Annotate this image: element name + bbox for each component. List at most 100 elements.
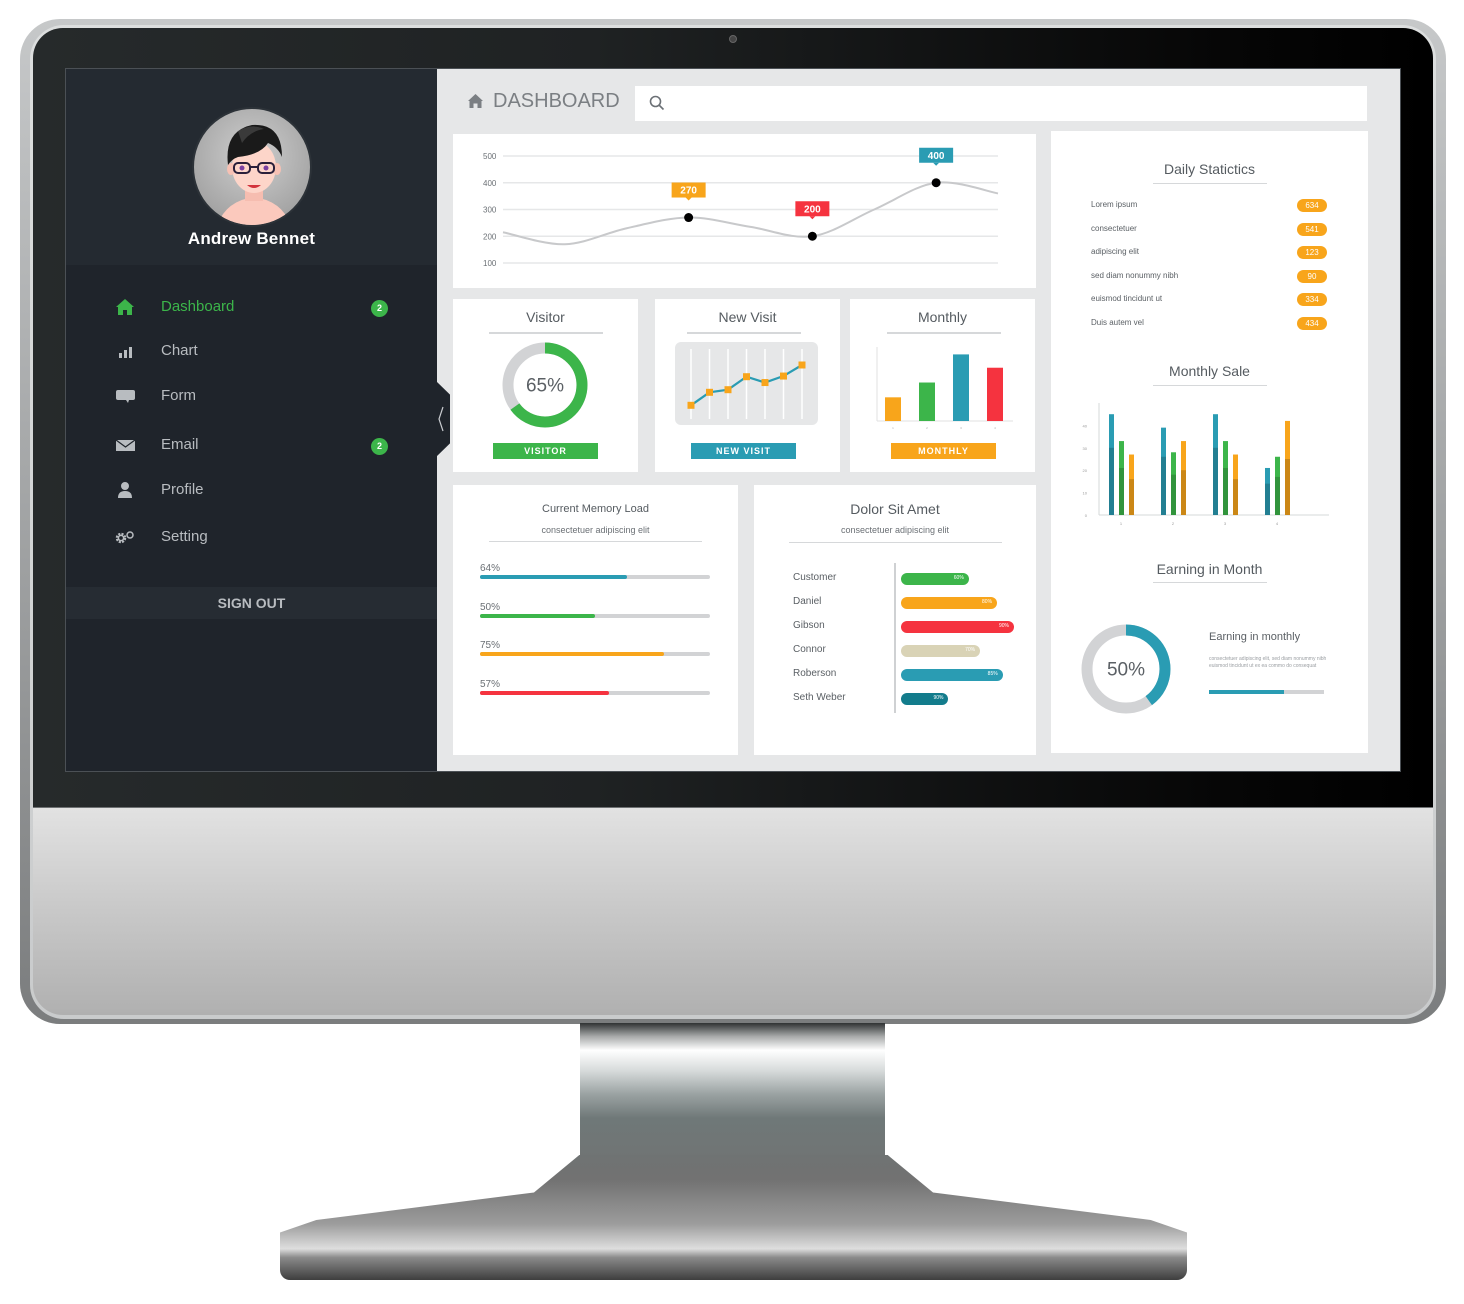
memory-load-card: Current Memory Load consectetuer adipisc… [453,485,738,755]
dolor-bar-value: 90% [998,623,1009,629]
overview-line-chart: 100 200 300 400 500 270 200 400 [483,147,999,268]
home-icon [468,94,483,108]
memory-bar-label: 57% [480,678,501,690]
bar-lower [1213,447,1218,515]
daily-stat-badge: 90 [1297,269,1327,283]
bar-lower [1181,470,1186,515]
memory-bar-label: 64% [480,563,501,574]
monthly-card: Monthly 1 2 3 4 MONTHLY [850,299,1035,472]
sidebar-item-dashboard[interactable]: Dashboard 2 [66,289,437,325]
search-input[interactable] [673,86,1353,121]
daily-stat-badge: 434 [1297,317,1327,330]
overview-chart-card: 100 200 300 400 500 270 200 400 [453,134,1036,288]
card-subtitle: consectetuer adipiscing elit [541,525,650,535]
card-title: Dolor Sit Amet [850,501,940,517]
bar-lower [1171,474,1176,515]
bar-lower [1275,476,1280,515]
envelope-icon [115,439,136,451]
dolor-row: Gibson 90% [793,620,1043,634]
monthly-button[interactable]: MONTHLY [891,443,996,459]
x-tick-label: 1 [1120,521,1123,526]
bar [987,367,1003,421]
dolor-bar: 85% [901,669,1003,681]
dolor-row-name: Connor [793,644,826,655]
card-title: Monthly [917,309,968,325]
bar-lower [1129,479,1134,515]
notification-badge: 2 [371,300,388,317]
dolor-row: Connor 70% [793,644,1043,658]
bar-lower [1119,467,1124,515]
sidebar-item-form[interactable]: Form [66,378,437,414]
sidebar-item-chart[interactable]: Chart [66,333,437,369]
data-point [706,388,713,396]
data-label: 200 [804,204,821,215]
dolor-row: Customer 60% [793,572,1043,586]
new-visit-button[interactable]: NEW VISIT [691,443,796,459]
new-visit-card: New Visit NEW VISIT [655,299,840,472]
dolor-bar-value: 80% [982,599,993,605]
y-tick-label: 200 [483,232,497,241]
memory-bar-fill [480,690,609,695]
daily-stat-badge: 334 [1297,293,1327,307]
dolor-bar: 80% [901,597,998,609]
monthly-sale-bar-chart: 0 10 20 30 40 1 2 3 4 [1083,403,1329,526]
data-label: 400 [928,151,945,162]
memory-bar-label: 75% [480,640,501,651]
sidebar-item-profile[interactable]: Profile [66,472,437,508]
sidebar-item-setting[interactable]: Setting [66,519,437,555]
search-icon[interactable] [649,95,665,111]
memory-bar-row: 57% [480,678,710,695]
sidebar-item-label: Dashboard [161,298,235,315]
divider [1153,385,1267,386]
daily-stat-label: euismod tincidunt ut [1091,294,1163,304]
divider [1153,582,1267,583]
sidebar-item-email[interactable]: Email 2 [66,427,437,463]
avatar-illustration [217,124,291,225]
data-point [931,178,941,188]
dolor-bar-value: 70% [965,647,976,653]
daily-stat-row: consectetuer 541 [1091,222,1327,237]
card-title: Current Memory Load [542,503,649,515]
screen: Andrew Bennet Dashboard 2 Chart Form Ema… [65,68,1401,772]
memory-bar-row: 75% [480,640,710,656]
memory-bar-fill [480,575,628,579]
search-bar[interactable] [635,86,1367,121]
y-tick-label: 40 [1083,423,1088,428]
bar-lower [1161,456,1166,515]
gears-icon [115,531,134,544]
divider [489,541,702,542]
memory-bar-fill [480,613,595,618]
earning-progress-track [1209,690,1324,694]
y-tick-label: 300 [483,206,497,215]
memory-bar-track [480,575,710,579]
bar [885,397,901,421]
sidebar-item-label: Chart [161,342,198,359]
donut-center-label: 50% [1107,660,1145,681]
divider [1153,183,1267,184]
dolor-row-name: Roberson [793,668,837,679]
y-tick-label: 20 [1083,468,1088,473]
dolor-bar-value: 60% [953,575,964,581]
data-point [780,372,787,380]
sidebar-item-label: Setting [161,528,208,545]
daily-stat-badge: 634 [1297,199,1327,212]
donut-center-label: 65% [526,376,564,397]
avatar[interactable] [192,107,312,227]
user-name: Andrew Bennet [187,229,316,248]
memory-bar-fill [480,652,664,656]
dolor-row: Roberson 85% [793,668,1043,682]
x-tick-label: 2 [1172,521,1175,526]
page-title-text: DASHBOARD [493,89,620,112]
dolor-bar: 90% [901,621,1014,633]
data-point [743,373,750,381]
y-tick-label: 10 [1083,491,1088,496]
sign-out-button[interactable]: SIGN OUT [66,587,437,619]
daily-stat-badge: 123 [1297,246,1327,260]
earning-description: consectetuer adipiscing elit, sed diam n… [1209,656,1327,669]
monthly-sale-title: Monthly Sale [1169,363,1250,379]
chat-bubble-icon [116,390,135,403]
visitor-button[interactable]: VISITOR [493,443,598,459]
divider [789,542,1002,543]
bar-lower [1233,479,1238,515]
data-point [807,231,817,241]
